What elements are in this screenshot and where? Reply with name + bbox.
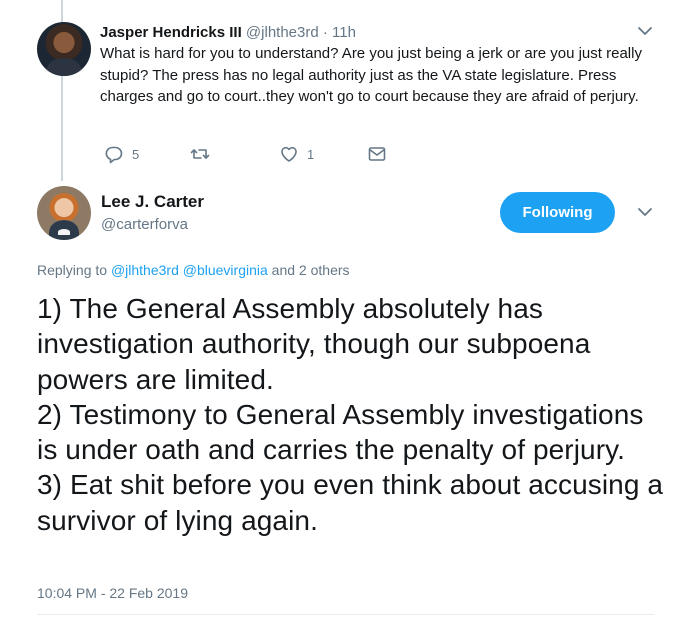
chevron-down-icon[interactable] [636,205,654,219]
following-button[interactable]: Following [500,192,615,233]
mention-link[interactable]: @bluevirginia [183,262,268,278]
tweet-timestamp[interactable]: 10:04 PM - 22 Feb 2019 [37,585,188,601]
reply-count: 5 [132,146,140,162]
like-action[interactable]: 1 [279,144,314,164]
mention-link[interactable]: @jlhthe3rd [111,262,179,278]
reply-actions: 5 1 [0,144,688,166]
message-action[interactable] [367,144,387,164]
reply-time[interactable]: 11h [332,24,356,41]
reply-icon [105,146,123,164]
divider [37,614,654,615]
main-author-name[interactable]: Lee J. Carter [101,192,204,212]
like-count: 1 [307,146,315,162]
reply-text: What is hard for you to understand? Are … [100,45,642,106]
replying-to: Replying to @jlhthe3rd @bluevirginia and… [37,262,350,278]
meta-separator: · [318,24,333,41]
replying-others[interactable]: and 2 others [268,262,350,278]
reply-author-name[interactable]: Jasper Hendricks III [100,24,242,41]
reply-author-handle[interactable]: @jlhthe3rd [246,24,319,41]
tweet-text: 1) The General Assembly absolutely has i… [37,291,667,538]
message-icon [368,147,386,161]
tweet-text-line: 3) Eat shit before you even think about … [37,469,664,536]
retweet-action[interactable] [190,144,218,164]
reply-action[interactable]: 5 [104,144,139,164]
tweet-text-line: 1) The General Assembly absolutely has i… [37,293,591,395]
replying-prefix: Replying to [37,262,111,278]
avatar[interactable] [37,22,91,76]
main-author-handle[interactable]: @carterforva [101,215,188,234]
retweet-icon [190,149,210,159]
avatar[interactable] [37,186,91,240]
like-icon [281,146,297,162]
reply-header: Jasper Hendricks III @jlhthe3rd · 11h [100,23,356,42]
tweet-text-line: 2) Testimony to General Assembly investi… [37,398,644,466]
chevron-down-icon[interactable] [636,24,654,38]
